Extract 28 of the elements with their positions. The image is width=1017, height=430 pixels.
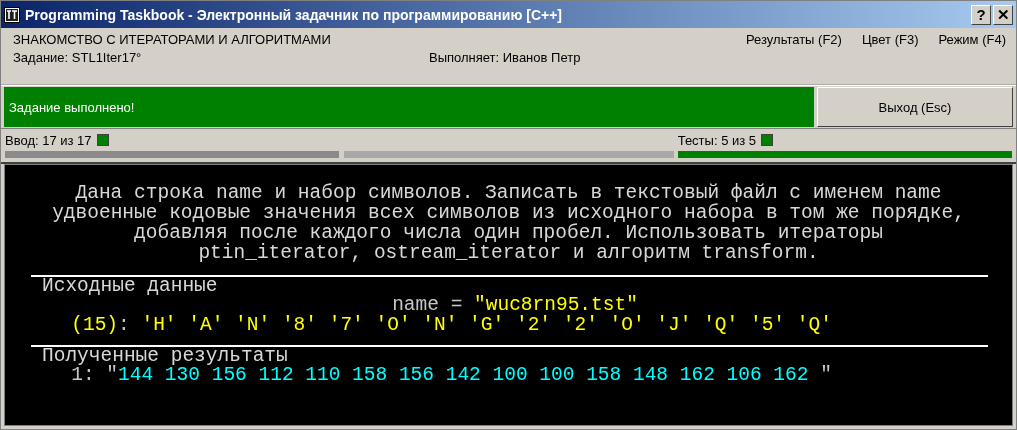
data-label: : (118, 314, 131, 336)
section-title: Исходные данные (42, 277, 219, 295)
progress-label: Ввод: 17 из 17 (5, 132, 92, 148)
data-label: " (819, 364, 832, 386)
menu-item[interactable]: Результаты (F2) (745, 32, 842, 84)
input-value: (15) (71, 314, 119, 336)
input-value: 'H' 'A' 'N' '8' '7' 'O' 'N' 'G' '2' '2' 'O' 'J' 'Q' '5' 'Q' (141, 314, 832, 336)
menu-item[interactable]: Режим (F4) (938, 32, 1006, 84)
input-value: "wuc8rn95.tst" (474, 294, 638, 316)
progress-label: Тесты: 5 из 5 (677, 132, 757, 148)
data-label: 1: " (71, 364, 119, 386)
output-value: 144 130 156 112 110 158 156 142 100 100 158 148 162 106 162 (118, 364, 809, 386)
topic-title: ЗНАКОМСТВО С ИТЕРАТОРАМИ И АЛГОРИТМАМИ (13, 32, 332, 47)
window-title: Programming Taskbook - Электронный задачник по программированию [C++] (25, 6, 563, 23)
section-title: Полученные результаты (42, 347, 289, 365)
menu-item[interactable]: Цвет (F3) (861, 32, 919, 84)
student-name: Выполняет: Иванов Петр (429, 50, 581, 65)
data-label: name = (392, 294, 464, 316)
app-icon (4, 6, 20, 23)
task-description-line: Дана строка name и набор символов. Записать в текстовый файл с именем name (75, 183, 942, 203)
help-button[interactable]: ? (971, 4, 991, 25)
status-banner: Задание выполнено! (4, 87, 814, 127)
exit-button[interactable]: Выход (Esc) (817, 87, 1013, 127)
task-name: Задание: STL1Iter17° (13, 50, 143, 65)
task-description-line: удвоенные кодовые значения всех символов из исходного набора в том же порядке, (52, 203, 965, 223)
close-button[interactable]: ✕ (993, 4, 1013, 25)
task-description-line: добавляя после каждого числа один пробел. Использовать итераторы (134, 223, 883, 243)
task-description-line: ptin_iterator, ostream_iterator и алгоритм transform. (198, 243, 819, 263)
